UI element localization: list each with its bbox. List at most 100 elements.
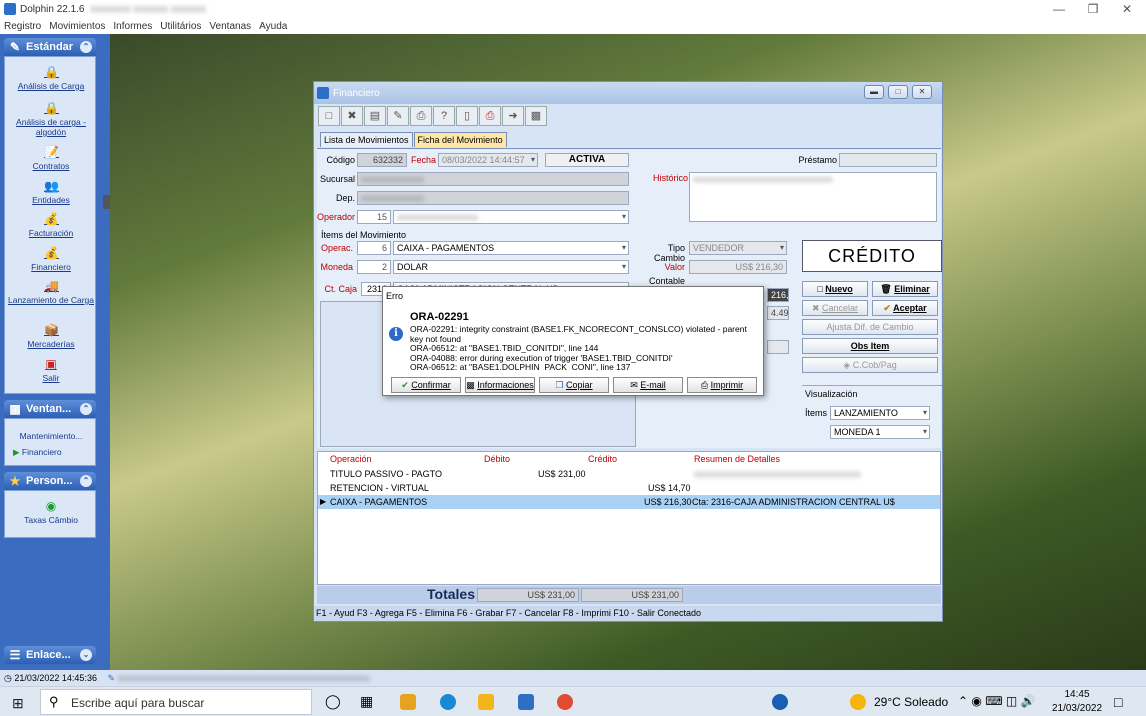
print-icon[interactable]: ⎙ xyxy=(410,106,432,126)
cortana-icon[interactable]: ◯ xyxy=(325,693,341,710)
nav-lanzamiento[interactable]: 🚚 Lanzamiento de Carga xyxy=(5,279,97,305)
close-button[interactable]: ✕ xyxy=(1110,0,1144,18)
new-doc-icon[interactable]: □ xyxy=(318,106,340,126)
group-enlaces[interactable]: ☰ Enlace... ⌄ xyxy=(4,646,96,664)
confirmar-button[interactable]: ✔ Confirmar xyxy=(391,377,461,393)
minimize-button[interactable]: — xyxy=(1042,0,1076,18)
tab-ficha-movimiento[interactable]: Ficha del Movimiento xyxy=(413,132,507,147)
clock-time[interactable]: 14:45 xyxy=(1052,689,1102,700)
chevron-up-icon[interactable]: ⌃ xyxy=(80,41,92,53)
chrome-icon[interactable] xyxy=(557,694,573,710)
obs-item-button[interactable]: Obs Item xyxy=(802,338,938,354)
delete-icon[interactable]: ✖ xyxy=(341,106,363,126)
cancelar-button[interactable]: ✖ Cancelar xyxy=(802,300,868,316)
contable-field-3[interactable] xyxy=(767,340,789,354)
informaciones-button[interactable]: ▩ Informaciones xyxy=(465,377,535,393)
edge-icon[interactable] xyxy=(440,694,456,710)
moneda-select[interactable]: DOLAR ▾ xyxy=(393,260,629,274)
printer-red-icon[interactable]: ⎙ xyxy=(479,106,501,126)
operador-code[interactable]: 15 xyxy=(357,210,391,224)
menu-informes[interactable]: Informes xyxy=(113,21,152,32)
ccob-pag-button[interactable]: ◈ C.Cob/Pag xyxy=(802,357,938,373)
prestamo-field[interactable] xyxy=(839,153,937,167)
window-minimize-button[interactable]: ▬ xyxy=(864,85,884,99)
group-personalizado[interactable]: ★ Person... ⌃ xyxy=(4,472,96,490)
imprimir-button[interactable]: ⎙ Imprimir xyxy=(687,377,757,393)
nav-facturacion[interactable]: 💰 Facturación xyxy=(5,212,97,238)
nav-analisis-carga[interactable]: 🔒 Análisis de Carga xyxy=(5,65,97,91)
col-debito[interactable]: Débito xyxy=(484,454,510,464)
edit-icon[interactable]: ✎ xyxy=(387,106,409,126)
operador-select[interactable]: xxxxxxxxxxxxxxxxxx ▾ xyxy=(393,210,629,224)
col-resumen[interactable]: Resumen de Detalles xyxy=(694,454,780,464)
table-row[interactable]: TITULO PASSIVO - PAGTO US$ 231,00 xxxxxx… xyxy=(318,467,940,481)
table-row-selected[interactable]: ▶ CAIXA - PAGAMENTOS US$ 216,30 Cta: 231… xyxy=(318,495,940,509)
help-tray-icon[interactable] xyxy=(772,694,788,710)
windows-start-icon[interactable]: ⊞ xyxy=(12,695,24,712)
arrow-icon[interactable]: ➜ xyxy=(502,106,524,126)
notification-icon[interactable]: □ xyxy=(1114,694,1122,710)
copiar-button[interactable]: ❐ Copiar xyxy=(539,377,609,393)
task-view-icon[interactable]: ▦ xyxy=(360,693,373,710)
cell-resumen: xxxxxxxxxxxxxxxxxxxxxxxxxxxxxxxxxxxxx xyxy=(694,469,861,479)
chevron-down-icon[interactable]: ⌄ xyxy=(80,649,92,661)
col-credito[interactable]: Crédito xyxy=(588,454,617,464)
valor-label: Valor xyxy=(664,262,685,272)
moneda-view-select[interactable]: MONEDA 1 ▾ xyxy=(830,425,930,439)
eliminar-button[interactable]: 🗑 Eliminar xyxy=(872,281,938,297)
menu-registro[interactable]: Registro xyxy=(4,21,41,32)
window-close-button[interactable]: ✕ xyxy=(912,85,932,99)
menu-ayuda[interactable]: Ayuda xyxy=(259,21,287,32)
nav-mercaderias[interactable]: 📦 Mercaderías xyxy=(5,323,97,349)
taskbar-search[interactable]: ⚲ Escribe aquí para buscar xyxy=(40,689,312,715)
tipocambio-label: Tipo Cambio xyxy=(653,243,685,263)
tray-icons[interactable]: ⌃ ◉ ⌨ ◫ 🔊 xyxy=(958,694,1035,708)
ajusta-dif-button[interactable]: Ajusta Dif. de Cambio xyxy=(802,319,938,335)
tab-lista-movimientos[interactable]: Lista de Movimientos xyxy=(320,132,413,147)
group-estandar[interactable]: ✎ Estándar ⌃ xyxy=(4,38,96,56)
aceptar-button[interactable]: ✔ Aceptar xyxy=(872,300,938,316)
dolphin-taskbar-icon[interactable] xyxy=(518,694,534,710)
nav-financiero-window[interactable]: ▶ Financiero xyxy=(5,447,97,457)
save-icon[interactable]: ▤ xyxy=(364,106,386,126)
trash-icon: 🗑 xyxy=(880,284,892,294)
valor-field[interactable]: US$ 216,30 xyxy=(689,260,787,274)
window-maximize-button[interactable]: □ xyxy=(888,85,908,99)
nav-analisis-algodon[interactable]: 🔒 Análisis de carga - algodón xyxy=(5,101,97,137)
chevron-up-icon[interactable]: ⌃ xyxy=(80,403,92,415)
clock-date[interactable]: 21/03/2022 xyxy=(1050,703,1104,714)
table-row[interactable]: RETENCION - VIRTUAL US$ 14,70 xyxy=(318,481,940,495)
codigo-field[interactable]: 632332 xyxy=(357,153,407,167)
nav-contratos[interactable]: 📝 Contratos xyxy=(5,145,97,171)
json-icon[interactable]: ▩ xyxy=(525,106,547,126)
folder-icon[interactable] xyxy=(478,694,494,710)
group-ventanas[interactable]: ▩ Ventan... ⌃ xyxy=(4,400,96,418)
operac-code[interactable]: 6 xyxy=(357,241,391,255)
nav-mantenimiento[interactable]: Mantenimiento... xyxy=(5,431,97,441)
sucursal-field[interactable]: xxxxxxxxxxxxxx xyxy=(357,172,629,186)
menu-utilitarios[interactable]: Utilitários xyxy=(160,21,201,32)
nav-financiero[interactable]: 💰 Financiero xyxy=(5,246,97,272)
operac-select[interactable]: CAIXA - PAGAMENTOS ▾ xyxy=(393,241,629,255)
historico-field[interactable]: xxxxxxxxxxxxxxxxxxxxxxxxxxxxxxx xyxy=(689,172,937,222)
chevron-up-icon[interactable]: ⌃ xyxy=(80,475,92,487)
moneda-code[interactable]: 2 xyxy=(357,260,391,274)
menu-ventanas[interactable]: Ventanas xyxy=(209,21,251,32)
nav-entidades[interactable]: 👥 Entidades xyxy=(5,179,97,205)
file-explorer-icon[interactable] xyxy=(400,694,416,710)
maximize-button[interactable]: ❐ xyxy=(1076,0,1110,18)
weather-text[interactable]: 29°C Soleado xyxy=(874,695,948,709)
dep-field[interactable]: xxxxxxxxxxxxxx xyxy=(357,191,629,205)
help-icon[interactable]: ? xyxy=(433,106,455,126)
tipocambio-select[interactable]: VENDEDOR ▾ xyxy=(689,241,787,255)
fecha-field[interactable]: 08/03/2022 14:44:57 ▾ xyxy=(438,153,538,167)
nav-taxas-cambio[interactable]: ◉ Taxas Câmbio xyxy=(5,499,97,525)
email-button[interactable]: ✉ E-mail xyxy=(613,377,683,393)
items-select[interactable]: LANZAMIENTO ▾ xyxy=(830,406,930,420)
col-operacion[interactable]: Operación xyxy=(330,454,372,464)
nav-salir[interactable]: ▣ Salir xyxy=(5,357,97,383)
menu-movimientos[interactable]: Movimientos xyxy=(49,21,105,32)
sidebar-splitter[interactable] xyxy=(103,195,110,209)
document-icon[interactable]: ▯ xyxy=(456,106,478,126)
nuevo-button[interactable]: □ Nuevo xyxy=(802,281,868,297)
